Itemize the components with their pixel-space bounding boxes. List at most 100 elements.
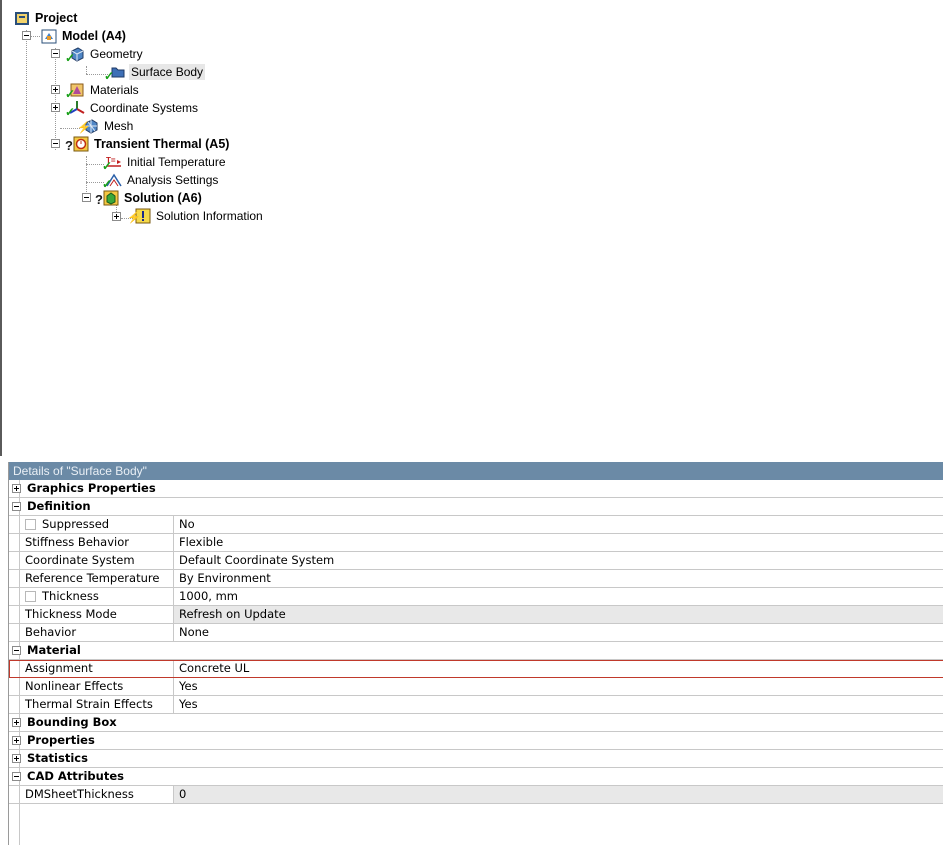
- tree-item-solution-information[interactable]: ⚡ Solution Information: [127, 207, 265, 225]
- property-value: 0: [174, 786, 943, 803]
- category-label: Bounding Box: [27, 715, 117, 729]
- property-name: Suppressed: [19, 516, 174, 533]
- property-row-assignment[interactable]: Assignment Concrete UL: [9, 660, 943, 678]
- expand-toggle[interactable]: [12, 736, 21, 745]
- tree-label: Coordinate Systems: [90, 101, 199, 115]
- collapse-toggle[interactable]: [51, 139, 60, 148]
- expand-toggle[interactable]: [12, 718, 21, 727]
- tree-label: Solution (A6): [124, 191, 202, 205]
- property-row-coordinate-system[interactable]: Coordinate System Default Coordinate Sys…: [9, 552, 943, 570]
- initial-temperature-icon: ✓ T=: [102, 154, 122, 172]
- property-row-reference-temperature[interactable]: Reference Temperature By Environment: [9, 570, 943, 588]
- expand-toggle[interactable]: [51, 85, 60, 94]
- tree-label: Transient Thermal (A5): [94, 137, 230, 151]
- property-row-stiffness-behavior[interactable]: Stiffness Behavior Flexible: [9, 534, 943, 552]
- geometry-icon: ✓: [65, 46, 85, 64]
- property-row-behavior[interactable]: Behavior None: [9, 624, 943, 642]
- property-row-thickness[interactable]: Thickness 1000, mm: [9, 588, 943, 606]
- details-header: Details of "Surface Body": [9, 462, 943, 480]
- property-value[interactable]: Yes: [174, 696, 943, 713]
- property-name: Thermal Strain Effects: [19, 696, 174, 713]
- coordinate-systems-icon: ✓: [65, 100, 85, 118]
- tree-item-materials[interactable]: ✓ Materials: [65, 81, 141, 100]
- property-row-nonlinear-effects[interactable]: Nonlinear Effects Yes: [9, 678, 943, 696]
- tree-label: Project: [35, 11, 78, 25]
- property-row-thickness-mode[interactable]: Thickness Mode Refresh on Update: [9, 606, 943, 624]
- category-label: Graphics Properties: [27, 481, 156, 495]
- category-definition[interactable]: Definition: [9, 498, 943, 516]
- expand-toggle[interactable]: [112, 212, 121, 221]
- property-value[interactable]: Yes: [174, 678, 943, 695]
- property-value[interactable]: By Environment: [174, 570, 943, 587]
- tree-item-mesh[interactable]: ⚡ Mesh: [77, 117, 135, 135]
- collapse-toggle[interactable]: [12, 772, 21, 781]
- category-label: Properties: [27, 733, 95, 747]
- transient-thermal-icon: [73, 136, 89, 152]
- expand-toggle[interactable]: [12, 484, 21, 493]
- property-value[interactable]: None: [174, 624, 943, 641]
- property-row-thermal-strain-effects[interactable]: Thermal Strain Effects Yes: [9, 696, 943, 714]
- category-label: Definition: [27, 499, 91, 513]
- tree-connector: [55, 48, 56, 150]
- category-statistics[interactable]: Statistics: [9, 750, 943, 768]
- check-icon: ✓: [65, 105, 76, 119]
- property-row-dmsheetthickness[interactable]: DMSheetThickness 0: [9, 786, 943, 804]
- materials-icon: ✓: [65, 82, 85, 100]
- tree-label: Geometry: [90, 47, 143, 61]
- tree-item-model[interactable]: Model (A4): [41, 27, 128, 45]
- property-value[interactable]: Concrete UL: [174, 660, 943, 677]
- tree-item-coordinate-systems[interactable]: ✓ Coordinate Systems: [65, 99, 200, 118]
- property-value[interactable]: 1000, mm: [174, 588, 943, 605]
- property-name: Nonlinear Effects: [19, 678, 174, 695]
- category-cad-attributes[interactable]: CAD Attributes: [9, 768, 943, 786]
- category-properties[interactable]: Properties: [9, 732, 943, 750]
- property-name: Reference Temperature: [19, 570, 174, 587]
- tree-item-solution[interactable]: ? Solution (A6): [95, 189, 204, 207]
- collapse-toggle[interactable]: [51, 49, 60, 58]
- tree-label: Mesh: [104, 119, 134, 133]
- tree-item-geometry[interactable]: ✓ Geometry: [65, 45, 145, 64]
- parameter-checkbox[interactable]: [25, 519, 36, 530]
- property-value[interactable]: Default Coordinate System: [174, 552, 943, 569]
- tree-connector: [26, 30, 27, 150]
- collapse-toggle[interactable]: [12, 502, 21, 511]
- property-value[interactable]: Flexible: [174, 534, 943, 551]
- bolt-icon: ⚡: [77, 122, 91, 134]
- surface-body-icon: ✓: [104, 64, 126, 82]
- collapse-toggle[interactable]: [82, 193, 91, 202]
- analysis-settings-icon: ✓: [102, 172, 122, 190]
- property-name: DMSheetThickness: [19, 786, 174, 803]
- model-icon: [41, 28, 57, 44]
- details-panel: Details of "Surface Body" Graphics Prope…: [8, 462, 943, 845]
- tree-label: Materials: [90, 83, 139, 97]
- solution-information-icon: ⚡: [127, 208, 151, 224]
- property-value: Refresh on Update: [174, 606, 943, 623]
- question-icon: ?: [65, 138, 73, 153]
- question-icon: ?: [95, 192, 103, 207]
- parameter-checkbox[interactable]: [25, 591, 36, 602]
- property-name: Stiffness Behavior: [19, 534, 174, 551]
- category-bounding-box[interactable]: Bounding Box: [9, 714, 943, 732]
- property-name: Behavior: [19, 624, 174, 641]
- expand-toggle[interactable]: [12, 754, 21, 763]
- category-material[interactable]: Material: [9, 642, 943, 660]
- category-graphics-properties[interactable]: Graphics Properties: [9, 480, 943, 498]
- expand-toggle[interactable]: [51, 103, 60, 112]
- category-label: Statistics: [27, 751, 88, 765]
- property-name: Thickness: [19, 588, 174, 605]
- tree-label: Solution Information: [156, 209, 263, 223]
- tree-label: Analysis Settings: [127, 173, 219, 187]
- tree-item-surface-body[interactable]: ✓ Surface Body: [104, 63, 206, 82]
- tree-item-project[interactable]: Project: [14, 9, 79, 27]
- property-name: Coordinate System: [19, 552, 174, 569]
- collapse-toggle[interactable]: [22, 31, 31, 40]
- property-value[interactable]: No: [174, 516, 943, 533]
- tree-item-analysis-settings[interactable]: ✓ Analysis Settings: [102, 171, 220, 190]
- tree-connector: [30, 36, 40, 37]
- tree-item-transient-thermal[interactable]: ? Transient Thermal (A5): [65, 135, 231, 153]
- property-row-suppressed[interactable]: Suppressed No: [9, 516, 943, 534]
- collapse-toggle[interactable]: [12, 646, 21, 655]
- outline-tree: Project Model (A4) ✓ Geometry ✓ Surface …: [0, 0, 943, 456]
- bolt-icon: ⚡: [127, 212, 141, 224]
- tree-item-initial-temperature[interactable]: ✓ T= Initial Temperature: [102, 153, 228, 172]
